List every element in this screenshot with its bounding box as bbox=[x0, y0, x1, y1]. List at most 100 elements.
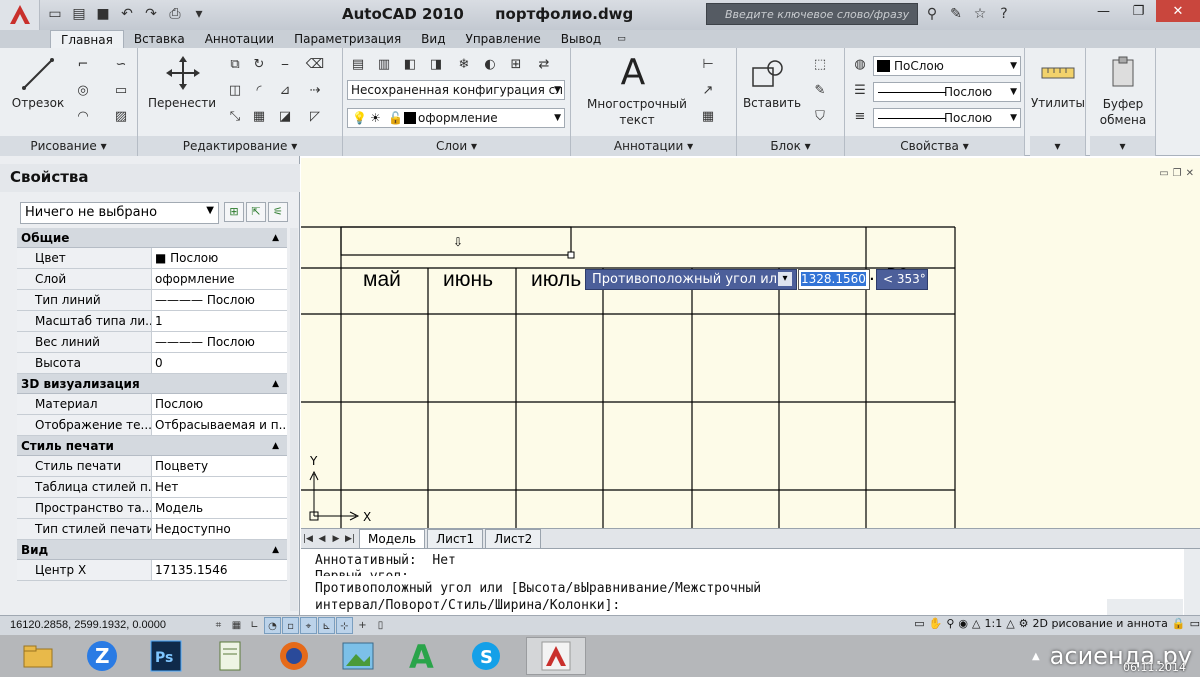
prop-row-lineweight[interactable]: Вес линий ———— Послою bbox=[17, 332, 287, 353]
model-icon[interactable]: ▭ bbox=[914, 617, 924, 630]
move-label[interactable]: Перенести bbox=[146, 96, 218, 110]
line-tool-icon[interactable] bbox=[20, 56, 56, 92]
copy-icon[interactable]: ⧉ bbox=[224, 54, 246, 74]
annotation-scale[interactable]: 1:1 bbox=[984, 617, 1002, 630]
leader-icon[interactable]: ↗ bbox=[697, 80, 719, 100]
dyn-icon[interactable]: ⊹ bbox=[336, 617, 353, 634]
layer-properties-icon[interactable]: ▤ bbox=[347, 54, 369, 74]
explorer-icon[interactable] bbox=[14, 637, 62, 675]
create-block-icon[interactable]: ⬚ bbox=[809, 54, 831, 74]
tab-model[interactable]: Модель bbox=[359, 529, 426, 548]
zoho-z-icon[interactable]: Z bbox=[78, 637, 126, 675]
linetype-select[interactable]: Послою ▼ bbox=[873, 82, 1021, 102]
open-folder-icon[interactable]: ▤ bbox=[68, 3, 90, 25]
section-3d-visualization[interactable]: 3D визуализация ▲ bbox=[17, 374, 287, 394]
prop-row-shadow[interactable]: Отображение те... Отбрасываемая и п... bbox=[17, 415, 287, 436]
ortho-icon[interactable]: ∟ bbox=[246, 617, 263, 634]
stretch-icon[interactable]: ⇢ bbox=[304, 80, 326, 100]
prop-row-plot-style[interactable]: Стиль печати Поцвету bbox=[17, 456, 287, 477]
edit-block-icon[interactable]: ✎ bbox=[809, 80, 831, 100]
command-line[interactable]: Аннотативный: Нет Первый угол: Противопо… bbox=[301, 548, 1200, 616]
circle-icon[interactable]: ◎ bbox=[72, 80, 94, 100]
section-general[interactable]: Общие ▲ bbox=[17, 228, 287, 248]
clock-date[interactable]: 06.11.2014 bbox=[1123, 661, 1186, 674]
prop-row-height[interactable]: Высота 0 bbox=[17, 353, 287, 374]
erase-icon[interactable]: ⌫ bbox=[304, 54, 326, 74]
panel-properties-title[interactable]: Свойства ▾ bbox=[845, 136, 1024, 156]
insert-label[interactable]: Вставить bbox=[741, 96, 803, 110]
notepad-icon[interactable] bbox=[206, 637, 254, 675]
prop-row-plot-type[interactable]: Тип стилей печати Недоступно bbox=[17, 519, 287, 540]
layer-isolate-icon[interactable]: ◨ bbox=[425, 54, 447, 74]
section-view[interactable]: Вид ▲ bbox=[17, 540, 287, 560]
first-tab-icon[interactable]: |◀ bbox=[301, 530, 315, 548]
prop-row-center-x[interactable]: Центр X 17135.1546 bbox=[17, 560, 287, 581]
maximize-icon[interactable]: ❐ bbox=[1121, 0, 1156, 22]
command-scrollbar[interactable] bbox=[1184, 549, 1200, 616]
prop-row-ltscale[interactable]: Масштаб типа ли... 1 bbox=[17, 311, 287, 332]
mtext-icon[interactable]: A bbox=[611, 52, 655, 94]
angle-input[interactable]: < 353° bbox=[876, 269, 928, 290]
communication-icon[interactable]: ✎ bbox=[946, 3, 966, 25]
ducs-icon[interactable]: ⊾ bbox=[318, 617, 335, 634]
trim-icon[interactable]: ⎯ bbox=[274, 54, 296, 74]
help-icon[interactable]: ? bbox=[994, 3, 1014, 25]
drawing-canvas[interactable]: ▭ ❐ ✕ ⇩ май июнь июль Противоположный уг… bbox=[301, 158, 1200, 530]
tab-parametric[interactable]: Параметризация bbox=[284, 30, 411, 48]
panel-modify-title[interactable]: Редактирование ▾ bbox=[138, 136, 342, 156]
tab-sheet2[interactable]: Лист2 bbox=[485, 529, 542, 548]
otrack-icon[interactable]: ⌖ bbox=[300, 617, 317, 634]
next-tab-icon[interactable]: ▶ bbox=[329, 530, 343, 548]
paste-icon[interactable] bbox=[1110, 56, 1138, 90]
panel-annotation-title[interactable]: Аннотации ▾ bbox=[571, 136, 736, 156]
tab-output[interactable]: Вывод bbox=[551, 30, 611, 48]
qat-dropdown-icon[interactable]: ▾ bbox=[188, 3, 210, 25]
fillet-icon[interactable]: ◜ bbox=[248, 80, 270, 100]
lock-icon[interactable]: 🔒 bbox=[1172, 617, 1186, 630]
clipboard-expand-icon[interactable]: ▾ bbox=[1090, 136, 1155, 156]
hatch-icon[interactable]: ▨ bbox=[110, 106, 132, 126]
new-file-icon[interactable]: ▭ bbox=[44, 3, 66, 25]
lineweight-select[interactable]: Послою ▼ bbox=[873, 108, 1021, 128]
table-icon[interactable]: ▦ bbox=[697, 106, 719, 126]
undo-icon[interactable]: ↶ bbox=[116, 3, 138, 25]
save-icon[interactable]: ■ bbox=[92, 3, 114, 25]
panel-draw-title[interactable]: Рисование ▾ bbox=[0, 136, 137, 156]
snap-icon[interactable]: ⌗ bbox=[210, 617, 227, 634]
polyline-icon[interactable]: ⌐ bbox=[72, 54, 94, 74]
utilities-label[interactable]: Утилиты bbox=[1030, 96, 1086, 110]
ribbon-minimize-icon[interactable]: ▭ bbox=[611, 30, 632, 48]
select-objects-icon[interactable]: ⇱ bbox=[246, 202, 266, 222]
application-menu-button[interactable] bbox=[0, 0, 40, 30]
layer-off-icon[interactable]: ◐ bbox=[479, 54, 501, 74]
line-tool-label[interactable]: Отрезок bbox=[8, 96, 68, 110]
layer-previous-icon[interactable]: ◧ bbox=[399, 54, 421, 74]
prop-row-layer[interactable]: Слой оформление bbox=[17, 269, 287, 290]
prev-tab-icon[interactable]: ◀ bbox=[315, 530, 329, 548]
layer-config-select[interactable]: Несохраненная конфигурация сл ▼ bbox=[347, 80, 565, 100]
prop-row-plot-space[interactable]: Пространство та... Модель bbox=[17, 498, 287, 519]
prop-row-color[interactable]: Цвет ■ Послою bbox=[17, 248, 287, 269]
layer-match-icon[interactable]: ⇄ bbox=[533, 54, 555, 74]
firefox-icon[interactable] bbox=[270, 637, 318, 675]
array-icon[interactable]: ▦ bbox=[248, 106, 270, 126]
grid-icon[interactable]: ▦ bbox=[228, 617, 245, 634]
autocad-taskbar-icon[interactable] bbox=[526, 637, 586, 675]
osnap-icon[interactable]: ▫ bbox=[282, 617, 299, 634]
steering-wheel-icon[interactable]: ◉ bbox=[958, 617, 968, 630]
workspace-switcher[interactable]: 2D рисование и аннота bbox=[1033, 617, 1168, 630]
layer-select[interactable]: 💡 ☀ 🔓 оформление ▼ bbox=[347, 108, 565, 128]
pan-icon[interactable]: ✋ bbox=[929, 617, 943, 630]
arc-icon[interactable]: ◠ bbox=[72, 106, 94, 126]
layer-state-icon[interactable]: ▥ bbox=[373, 54, 395, 74]
image-viewer-icon[interactable] bbox=[334, 637, 382, 675]
lineweight-toggle-icon[interactable]: + bbox=[354, 617, 371, 634]
close-icon[interactable]: ✕ bbox=[1156, 0, 1200, 22]
tray-arrow-icon[interactable]: ▲ bbox=[1032, 651, 1040, 662]
rotate-icon[interactable]: ↻ bbox=[248, 54, 270, 74]
dropdown-arrow-icon[interactable]: ▾ bbox=[778, 272, 792, 286]
prop-row-plot-table[interactable]: Таблица стилей п... Нет bbox=[17, 477, 287, 498]
plot-icon[interactable]: ⎙ bbox=[164, 3, 186, 25]
linetype-icon[interactable]: ≡ bbox=[849, 106, 871, 126]
lineweight-icon[interactable]: ☰ bbox=[849, 80, 871, 100]
